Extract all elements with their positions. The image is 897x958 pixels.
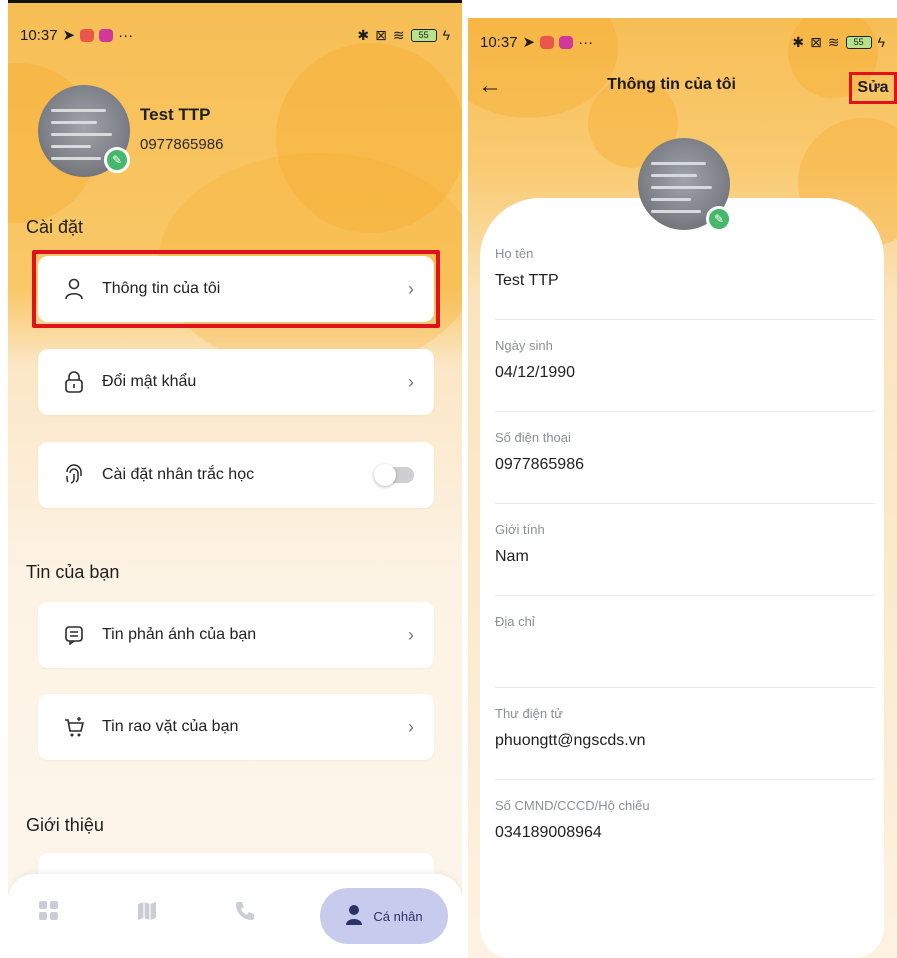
bottom-navigation: Cá nhân: [8, 874, 462, 958]
wifi-icon: ≋: [827, 33, 840, 50]
intro-section-title: Giới thiệu: [26, 815, 104, 835]
message-icon: [60, 625, 88, 645]
status-bar: 10:37 ➤ ··· ✱ ⊠ ≋ 55 ϟ: [480, 30, 885, 54]
feedback-news-label: Tin phản ánh của bạn: [102, 626, 257, 643]
top-app-bar: ← Thông tin của tôi Sửa: [468, 68, 897, 108]
battery-icon: 55: [845, 35, 872, 49]
classified-ads-item[interactable]: Tin rao vặt của bạn ›: [38, 694, 434, 760]
nav-personal-label: Cá nhân: [373, 908, 423, 924]
field-label: Ngày sinh: [495, 338, 553, 353]
settings-section-title: Cài đặt: [26, 217, 84, 237]
app-notification-icon: [540, 35, 555, 49]
bluetooth-icon: ✱: [357, 26, 370, 43]
profile-phone: 0977865986: [140, 136, 224, 153]
map-icon[interactable]: [136, 900, 158, 928]
field-label: Giới tính: [495, 522, 545, 537]
field-birthdate: Ngày sinh 04/12/1990: [495, 320, 875, 412]
field-label: Thư điện tử: [495, 706, 563, 721]
my-info-screen: 10:37 ➤ ··· ✱ ⊠ ≋ 55 ϟ ← Thông tin của t…: [468, 18, 897, 958]
field-label: Địa chỉ: [495, 614, 535, 629]
profile-name: Test TTP: [140, 105, 211, 124]
biometric-toggle[interactable]: [374, 464, 414, 486]
edit-avatar-icon[interactable]: ✎: [706, 206, 732, 232]
status-time: 10:37: [480, 33, 518, 51]
field-label: Số CMND/CCCD/Hộ chiếu: [495, 798, 650, 813]
location-arrow-icon: ➤: [522, 34, 536, 51]
field-value: 04/12/1990: [495, 364, 576, 381]
field-value: Test TTP: [495, 272, 559, 289]
change-password-item[interactable]: Đổi mật khẩu ›: [38, 349, 434, 415]
toggle-knob: [374, 464, 396, 486]
cart-icon: [60, 716, 88, 738]
location-arrow-icon: ➤: [62, 27, 76, 44]
bluetooth-icon: ✱: [792, 33, 805, 50]
sim-icon: ⊠: [375, 26, 387, 43]
field-phone: Số điện thoại 0977865986: [495, 412, 875, 504]
field-label: Họ tên: [495, 246, 534, 261]
field-value: Nam: [495, 548, 529, 565]
grid-icon[interactable]: [38, 900, 60, 928]
biometric-setting-item: Cài đặt nhân trắc học: [38, 442, 434, 508]
field-value: 0977865986: [495, 456, 584, 473]
field-full-name: Họ tên Test TTP: [495, 228, 875, 320]
field-address: Địa chỉ: [495, 596, 875, 688]
chevron-right-icon: ›: [408, 371, 414, 392]
profile-menu-screen: 10:37 ➤ ··· ✱ ⊠ ≋ 55 ϟ ✎ Test TTP 097786…: [8, 0, 462, 958]
news-section-title: Tin của bạn: [26, 562, 120, 582]
charging-icon: ϟ: [442, 27, 450, 43]
lock-icon: [60, 371, 88, 393]
edit-avatar-icon[interactable]: ✎: [104, 147, 130, 173]
wifi-icon: ≋: [392, 26, 405, 43]
app-notification-icon: [99, 28, 114, 42]
status-time: 10:37: [20, 26, 58, 44]
more-notifications: ···: [578, 33, 594, 51]
field-id-number: Số CMND/CCCD/Hộ chiếu 034189008964: [495, 780, 875, 872]
biometric-setting-label: Cài đặt nhân trắc học: [102, 466, 255, 483]
app-notification-icon: [80, 28, 95, 42]
feedback-news-item[interactable]: Tin phản ánh của bạn ›: [38, 602, 434, 668]
charging-icon: ϟ: [877, 34, 885, 50]
field-email: Thư điện tử phuongtt@ngscds.vn: [495, 688, 875, 780]
phone-icon[interactable]: [234, 900, 256, 928]
status-bar: 10:37 ➤ ··· ✱ ⊠ ≋ 55 ϟ: [20, 23, 450, 47]
chevron-right-icon: ›: [408, 624, 414, 645]
nav-personal-tab[interactable]: Cá nhân: [320, 888, 448, 944]
chevron-right-icon: ›: [408, 716, 414, 737]
classified-ads-label: Tin rao vặt của bạn: [102, 718, 239, 735]
edit-button[interactable]: Sửa: [849, 72, 897, 104]
fingerprint-icon: [60, 464, 88, 486]
sim-icon: ⊠: [810, 33, 822, 50]
field-value: 034189008964: [495, 824, 602, 841]
field-label: Số điện thoại: [495, 430, 571, 445]
field-value: phuongtt@ngscds.vn: [495, 732, 646, 749]
page-title: Thông tin của tôi: [607, 76, 736, 93]
app-notification-icon: [559, 35, 574, 49]
info-card: Họ tên Test TTP Ngày sinh 04/12/1990 Số …: [480, 198, 884, 958]
change-password-label: Đổi mật khẩu: [102, 373, 197, 390]
more-notifications: ···: [118, 26, 134, 44]
battery-icon: 55: [410, 28, 437, 42]
field-gender: Giới tính Nam: [495, 504, 875, 596]
person-icon: [345, 904, 363, 929]
highlight-box: [32, 250, 440, 328]
